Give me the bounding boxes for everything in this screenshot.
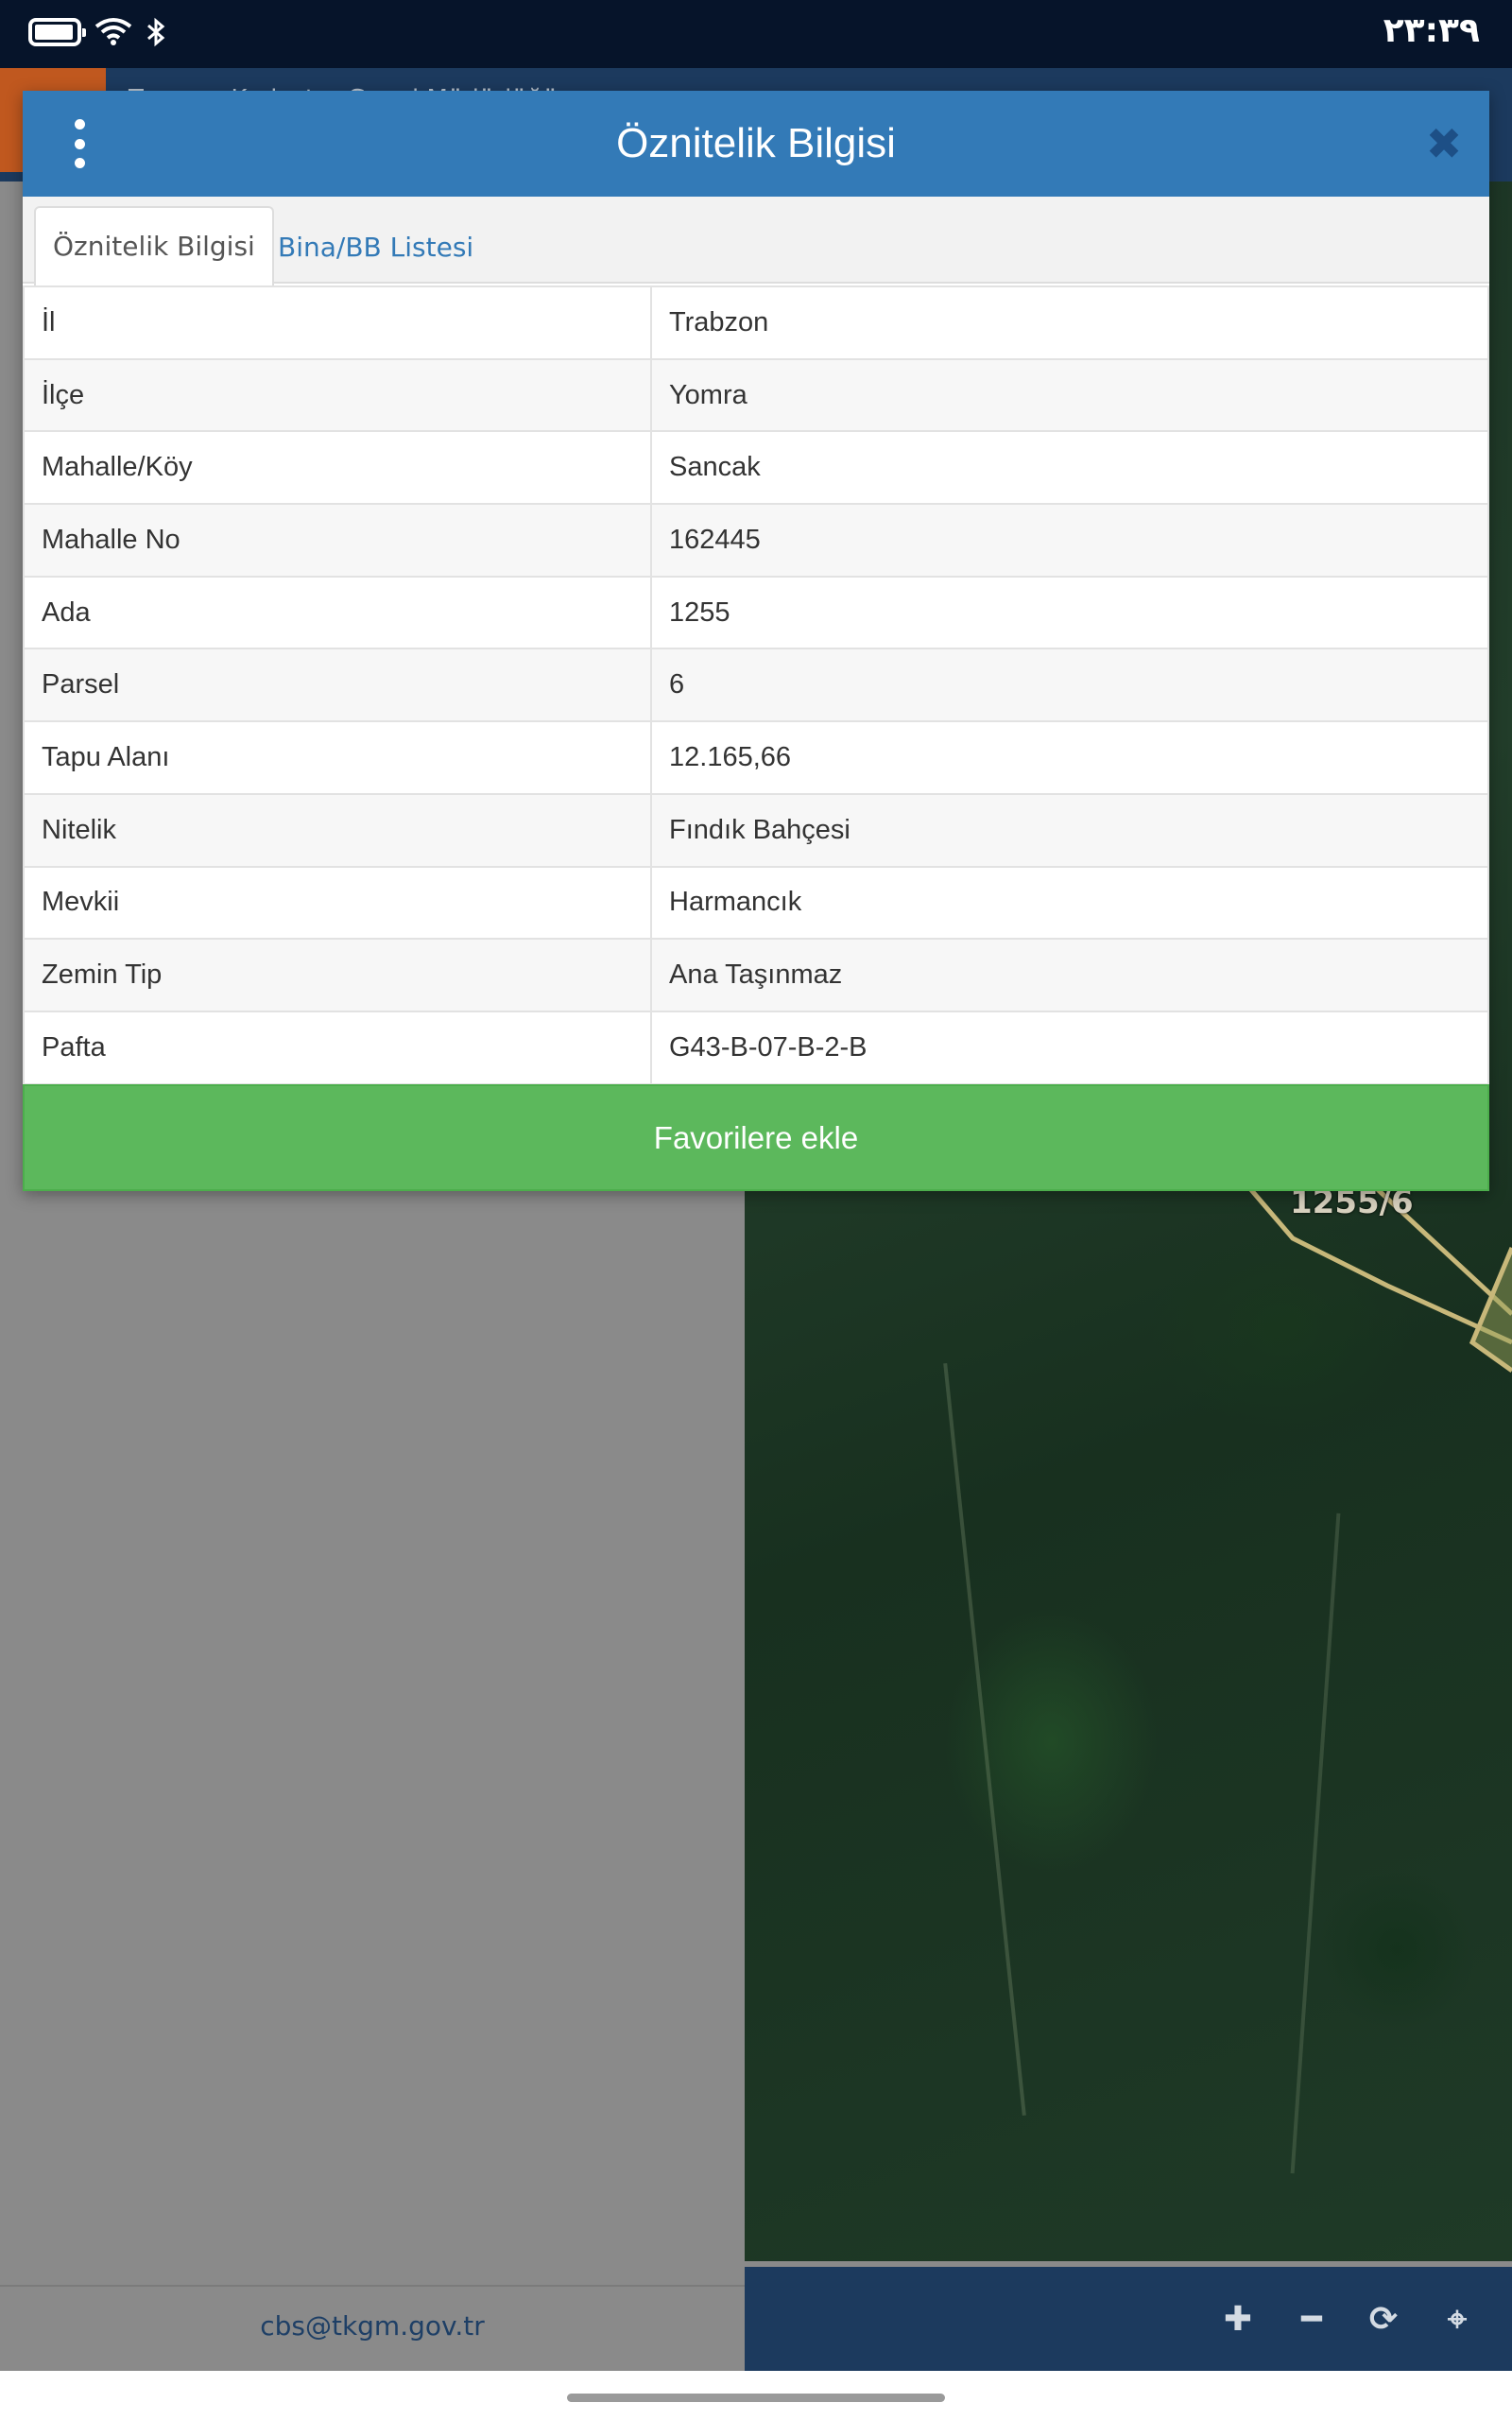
- status-time: ۲۳:۳۹: [1383, 11, 1480, 50]
- table-row: İl Trabzon: [23, 285, 1489, 360]
- attribute-value: 12.165,66: [650, 720, 1489, 795]
- attribute-key: İl: [23, 285, 652, 360]
- attribute-key: Zemin Tip: [23, 938, 652, 1012]
- table-row: Mahalle No 162445: [23, 503, 1489, 578]
- attribute-key: Ada: [23, 575, 652, 650]
- attribute-key: Nitelik: [23, 792, 652, 868]
- add-to-favorites-button[interactable]: Favorilere ekle: [23, 1084, 1489, 1191]
- attribute-key: Mahalle No: [23, 503, 652, 578]
- status-icons: [28, 17, 166, 47]
- table-row: Nitelik Fındık Bahçesi: [23, 792, 1489, 868]
- attribute-value: Yomra: [650, 357, 1489, 433]
- table-row: Mahalle/Köy Sancak: [23, 430, 1489, 506]
- battery-icon: [28, 18, 86, 46]
- attribute-value: Ana Taşınmaz: [650, 938, 1489, 1012]
- close-icon[interactable]: ✖: [1418, 117, 1470, 170]
- attribute-key: Pafta: [23, 1010, 652, 1085]
- modal-tabs: Öznitelik Bilgisi Bina/BB Listesi: [23, 197, 1489, 287]
- table-row: Tapu Alanı 12.165,66: [23, 720, 1489, 795]
- footer-email-link[interactable]: cbs@tkgm.gov.tr: [0, 2310, 745, 2342]
- bluetooth-icon: [147, 17, 165, 47]
- modal-header: Öznitelik Bilgisi ✖: [23, 91, 1489, 197]
- modal-title: Öznitelik Bilgisi: [616, 120, 896, 166]
- attribute-value: G43-B-07-B-2-B: [650, 1010, 1489, 1085]
- table-row: Pafta G43-B-07-B-2-B: [23, 1010, 1489, 1085]
- table-row: Parsel 6: [23, 648, 1489, 723]
- attribute-key: Parsel: [23, 648, 652, 723]
- attribute-value: Harmancık: [650, 865, 1489, 941]
- zoom-out-icon[interactable]: ━: [1293, 2301, 1331, 2339]
- more-options-icon[interactable]: [60, 119, 98, 168]
- system-nav-bar: [0, 2371, 1512, 2420]
- attribute-key: Mevkii: [23, 865, 652, 941]
- table-row: Mevkii Harmancık: [23, 865, 1489, 941]
- status-bar: ۲۳:۳۹: [0, 0, 1512, 68]
- table-row: Ada 1255: [23, 575, 1489, 650]
- attribute-info-modal: Öznitelik Bilgisi ✖ Öznitelik Bilgisi Bi…: [23, 91, 1489, 1191]
- divider: [0, 2285, 745, 2287]
- attribute-value: Sancak: [650, 430, 1489, 506]
- home-indicator[interactable]: [567, 2394, 945, 2402]
- attribute-value: 162445: [650, 503, 1489, 578]
- attribute-key: Tapu Alanı: [23, 720, 652, 795]
- tab-building-list[interactable]: Bina/BB Listesi: [261, 206, 490, 289]
- wifi-icon: [94, 18, 132, 45]
- refresh-icon[interactable]: ⟳: [1365, 2301, 1402, 2339]
- map-toolbar: ✚ ━ ⟳ ⌖: [745, 2267, 1512, 2371]
- attribute-value: Fındık Bahçesi: [650, 792, 1489, 868]
- locate-icon[interactable]: ⌖: [1438, 2301, 1476, 2339]
- attribute-table: İl Trabzon İlçe Yomra Mahalle/Köy Sancak…: [23, 285, 1489, 1085]
- attribute-key: İlçe: [23, 357, 652, 433]
- attribute-key: Mahalle/Köy: [23, 430, 652, 506]
- tab-attribute-info[interactable]: Öznitelik Bilgisi: [34, 206, 274, 287]
- zoom-in-icon[interactable]: ✚: [1219, 2301, 1257, 2339]
- attribute-value: 6: [650, 648, 1489, 723]
- table-row: İlçe Yomra: [23, 357, 1489, 433]
- attribute-value: 1255: [650, 575, 1489, 650]
- table-row: Zemin Tip Ana Taşınmaz: [23, 938, 1489, 1012]
- attribute-value: Trabzon: [650, 285, 1489, 360]
